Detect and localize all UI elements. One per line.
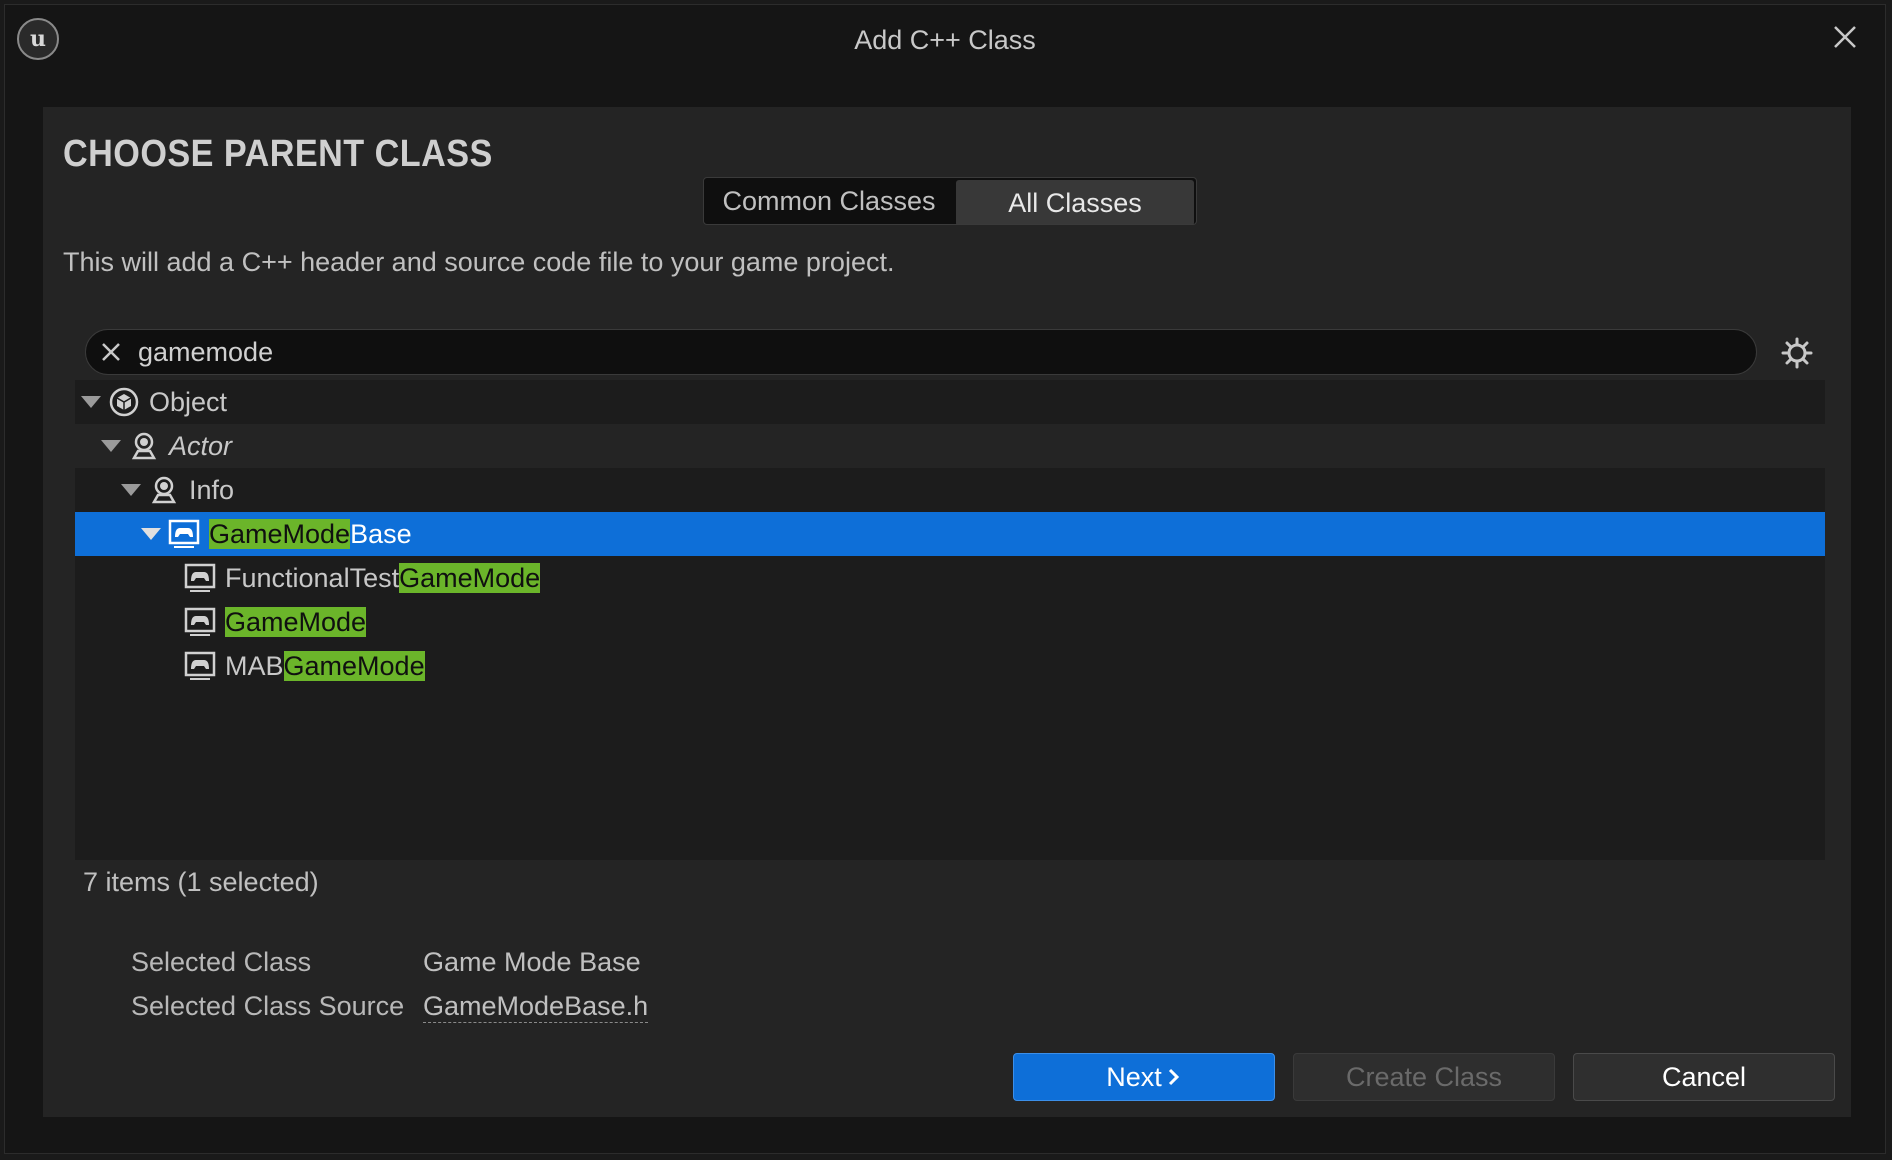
tree-row-object[interactable]: Object	[75, 380, 1825, 424]
label-suffix: Base	[350, 518, 412, 549]
actor-icon	[127, 429, 161, 463]
selected-class-value: Game Mode Base	[423, 947, 641, 977]
tree-row-mabgamemode[interactable]: MABGameMode	[75, 644, 1825, 688]
match-highlight: GameMode	[283, 650, 425, 681]
label-prefix: MAB	[225, 650, 284, 681]
tab-common-classes[interactable]: Common Classes	[704, 178, 954, 224]
tree-row-functionaltestgamemode[interactable]: FunctionalTestGameMode	[75, 556, 1825, 600]
match-highlight: GameMode	[209, 518, 351, 549]
tree-row-gamemode[interactable]: GameMode	[75, 600, 1825, 644]
match-highlight: GameMode	[225, 606, 367, 637]
next-button[interactable]: Next	[1013, 1053, 1275, 1101]
tree-row-gamemodebase[interactable]: GameModeBase	[75, 512, 1825, 556]
clear-search-button[interactable]	[96, 337, 126, 367]
dialog-window: u Add C++ Class CHOOSE PARENT CLASS Comm…	[4, 4, 1886, 1154]
selected-source-label: Selected Class Source	[131, 991, 405, 1021]
search-box	[85, 329, 1757, 375]
tab-all-classes[interactable]: All Classes	[956, 180, 1194, 224]
tree-row-label: GameMode	[225, 606, 367, 638]
close-button[interactable]	[1825, 17, 1865, 57]
create-class-button[interactable]: Create Class	[1293, 1053, 1555, 1101]
settings-button[interactable]	[1777, 333, 1817, 373]
actor-icon	[147, 473, 181, 507]
gamemode-icon	[183, 649, 217, 683]
selected-source-link[interactable]: GameModeBase.h	[423, 991, 649, 1023]
selected-class-label: Selected Class	[131, 947, 312, 977]
class-tabs: Common Classes All Classes	[703, 177, 1197, 225]
tree-row-label: Info	[189, 474, 235, 505]
search-input[interactable]	[138, 334, 1718, 370]
cancel-button[interactable]: Cancel	[1573, 1053, 1835, 1101]
label-prefix: FunctionalTest	[225, 562, 400, 593]
gear-icon	[1781, 337, 1813, 369]
class-tree[interactable]: Object Actor Info GameModeBase Functiona…	[75, 380, 1825, 860]
gamemode-icon	[183, 561, 217, 595]
tree-row-label: GameModeBase	[209, 518, 412, 550]
tree-row-label: Object	[149, 386, 228, 417]
object-icon	[107, 385, 141, 419]
tree-row-label: MABGameMode	[225, 650, 425, 682]
tree-row-info[interactable]: Info	[75, 468, 1825, 512]
tree-row-actor[interactable]: Actor	[75, 424, 1825, 468]
description-text: This will add a C++ header and source co…	[63, 247, 895, 277]
gamemode-icon	[183, 605, 217, 639]
title-bar: u Add C++ Class	[5, 5, 1885, 73]
clear-icon	[102, 343, 120, 361]
match-highlight: GameMode	[399, 562, 541, 593]
expand-arrow-icon[interactable]	[121, 484, 141, 496]
expand-arrow-icon[interactable]	[81, 396, 101, 408]
tree-row-label: FunctionalTestGameMode	[225, 562, 541, 594]
page-heading: CHOOSE PARENT CLASS	[63, 133, 493, 175]
next-label: Next	[1106, 1061, 1162, 1092]
main-panel: CHOOSE PARENT CLASS Common Classes All C…	[43, 107, 1851, 1117]
close-icon	[1834, 26, 1856, 48]
chevron-right-icon	[1168, 1068, 1179, 1086]
expand-arrow-icon[interactable]	[101, 440, 121, 452]
gamemode-icon	[167, 517, 201, 551]
expand-arrow-icon[interactable]	[141, 528, 161, 540]
tree-row-label: Actor	[169, 430, 233, 461]
item-count-status: 7 items (1 selected)	[83, 867, 319, 897]
window-title: Add C++ Class	[854, 25, 1036, 55]
